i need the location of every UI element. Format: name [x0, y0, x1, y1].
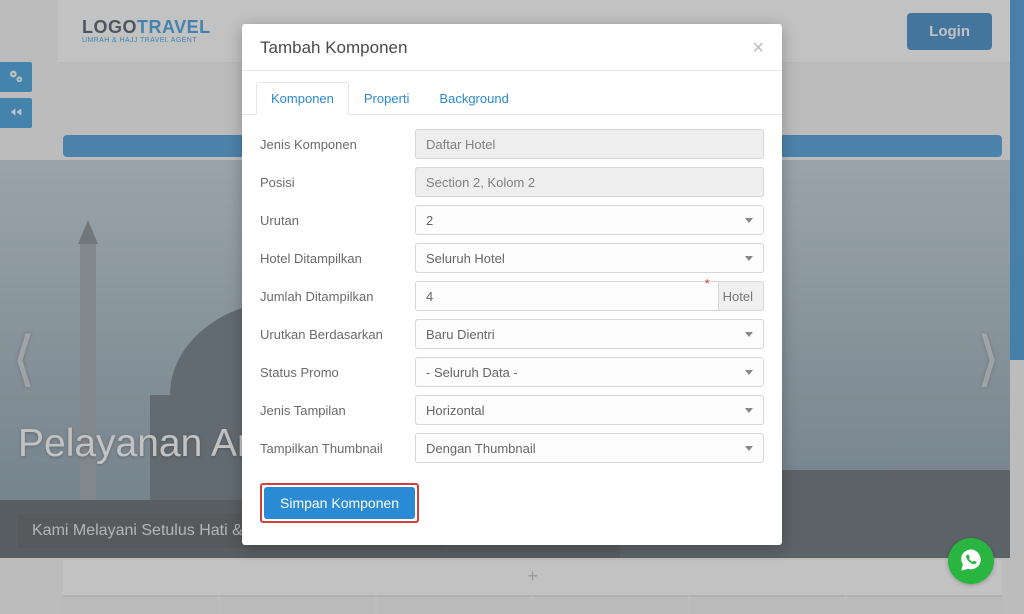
modal-tabs: Komponen Properti Background	[242, 71, 782, 115]
modal-body: Jenis Komponen Daftar Hotel Posisi Secti…	[242, 115, 782, 463]
whatsapp-fab[interactable]	[948, 538, 994, 584]
save-button-highlight: Simpan Komponen	[260, 483, 419, 523]
whatsapp-icon	[958, 547, 984, 576]
label-jenis-tampilan: Jenis Tampilan	[260, 403, 415, 418]
label-hotel-ditampilkan: Hotel Ditampilkan	[260, 251, 415, 266]
select-jenis-tampilan[interactable]: Horizontal	[415, 395, 764, 425]
label-urutkan-berdasarkan: Urutkan Berdasarkan	[260, 327, 415, 342]
label-urutan: Urutan	[260, 213, 415, 228]
add-component-modal: Tambah Komponen × Komponen Properti Back…	[242, 24, 782, 545]
save-component-button[interactable]: Simpan Komponen	[264, 487, 415, 519]
select-urutkan-berdasarkan[interactable]: Baru Dientri	[415, 319, 764, 349]
select-hotel-ditampilkan[interactable]: Seluruh Hotel	[415, 243, 764, 273]
input-addon-hotel: Hotel	[713, 281, 764, 311]
required-indicator: *	[705, 276, 710, 306]
label-jumlah-ditampilkan: Jumlah Ditampilkan	[260, 289, 415, 304]
label-posisi: Posisi	[260, 175, 415, 190]
input-jenis-komponen: Daftar Hotel	[415, 129, 764, 159]
close-icon: ×	[752, 37, 764, 59]
select-tampilkan-thumbnail[interactable]: Dengan Thumbnail	[415, 433, 764, 463]
tab-properti[interactable]: Properti	[349, 82, 425, 115]
select-status-promo[interactable]: - Seluruh Data -	[415, 357, 764, 387]
label-tampilkan-thumbnail: Tampilkan Thumbnail	[260, 441, 415, 456]
input-posisi: Section 2, Kolom 2	[415, 167, 764, 197]
input-jumlah-ditampilkan[interactable]: 4	[415, 281, 719, 311]
modal-close-button[interactable]: ×	[752, 38, 764, 58]
label-jenis-komponen: Jenis Komponen	[260, 137, 415, 152]
modal-title: Tambah Komponen	[260, 38, 407, 58]
label-status-promo: Status Promo	[260, 365, 415, 380]
tab-background[interactable]: Background	[424, 82, 523, 115]
tab-komponen[interactable]: Komponen	[256, 82, 349, 115]
select-urutan[interactable]: 2	[415, 205, 764, 235]
